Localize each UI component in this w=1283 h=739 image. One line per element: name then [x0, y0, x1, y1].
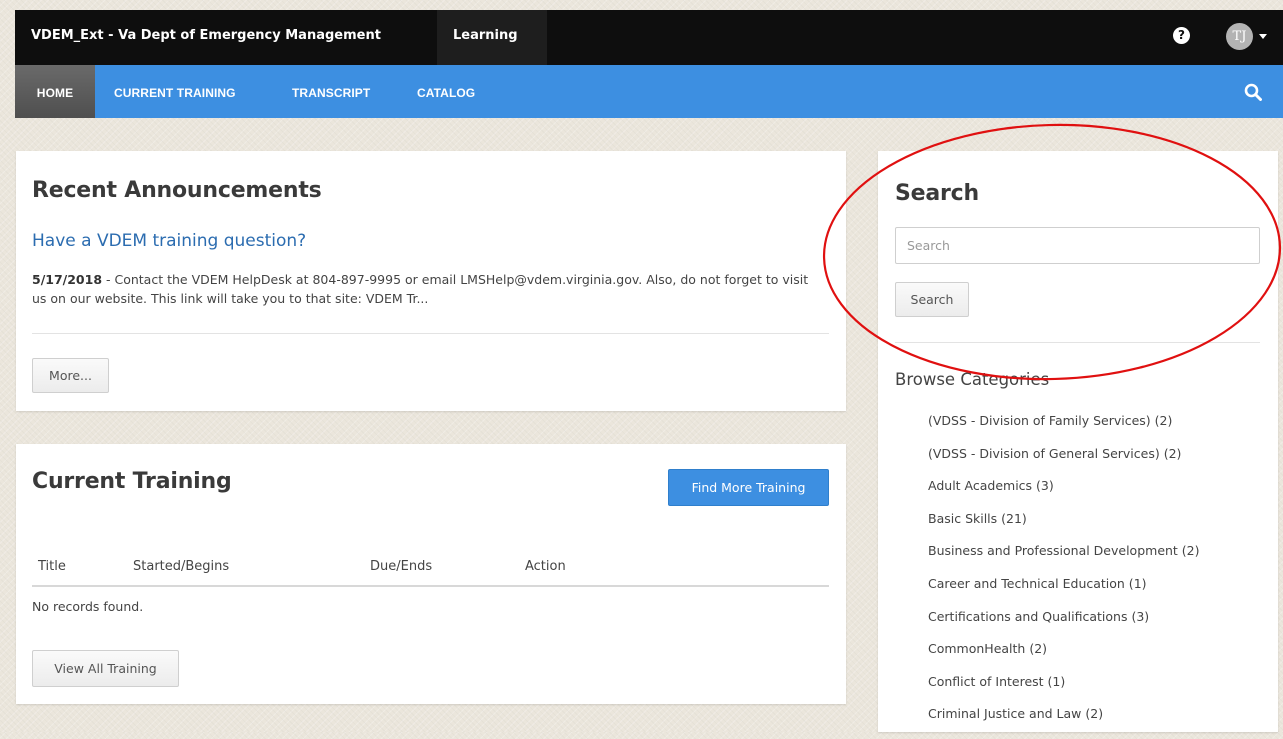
- search-button[interactable]: Search: [895, 282, 969, 317]
- chevron-down-icon[interactable]: [1259, 34, 1267, 39]
- list-item[interactable]: Basic Skills (21): [928, 511, 1200, 544]
- list-item[interactable]: Adult Academics (3): [928, 478, 1200, 511]
- more-button[interactable]: More...: [32, 358, 109, 393]
- view-all-training-button[interactable]: View All Training: [32, 650, 179, 687]
- find-more-training-button[interactable]: Find More Training: [668, 469, 829, 506]
- brand-name[interactable]: VDEM_Ext - Va Dept of Emergency Manageme…: [31, 10, 381, 62]
- list-item[interactable]: (VDSS - Division of Family Services) (2): [928, 413, 1200, 446]
- announcement-text: - Contact the VDEM HelpDesk at 804-897-9…: [32, 272, 809, 306]
- divider: [895, 342, 1260, 343]
- main-nav: HOME CURRENT TRAINING TRANSCRIPT CATALOG: [15, 65, 1283, 118]
- divider: [32, 333, 829, 334]
- column-header-title[interactable]: Title: [38, 559, 66, 574]
- announcements-card: Recent Announcements Have a VDEM trainin…: [16, 151, 846, 411]
- list-item[interactable]: CommonHealth (2): [928, 641, 1200, 674]
- current-training-card: Current Training Find More Training Titl…: [16, 444, 846, 704]
- nav-catalog[interactable]: CATALOG: [417, 65, 475, 118]
- column-header-started[interactable]: Started/Begins: [133, 559, 229, 574]
- search-input[interactable]: [895, 227, 1260, 264]
- column-header-due[interactable]: Due/Ends: [370, 559, 432, 574]
- table-header-rule: [32, 585, 829, 587]
- list-item[interactable]: Criminal Justice and Law (2): [928, 706, 1200, 739]
- announcement-date: 5/17/2018: [32, 272, 103, 287]
- module-tab-learning[interactable]: Learning: [437, 10, 547, 65]
- list-item[interactable]: (VDSS - Division of General Services) (2…: [928, 446, 1200, 479]
- nav-current-training[interactable]: CURRENT TRAINING: [114, 65, 236, 118]
- search-sidebar: Search Search Browse Categories (VDSS - …: [878, 151, 1278, 732]
- current-training-title: Current Training: [32, 469, 232, 494]
- nav-home[interactable]: HOME: [15, 65, 95, 118]
- column-header-action: Action: [525, 559, 566, 574]
- announcement-body: 5/17/2018 - Contact the VDEM HelpDesk at…: [32, 270, 812, 308]
- list-item[interactable]: Career and Technical Education (1): [928, 576, 1200, 609]
- list-item[interactable]: Business and Professional Development (2…: [928, 543, 1200, 576]
- empty-state-text: No records found.: [32, 599, 144, 614]
- search-title: Search: [895, 181, 979, 206]
- browse-categories-title: Browse Categories: [895, 370, 1050, 389]
- announcements-title: Recent Announcements: [32, 178, 322, 203]
- category-list: (VDSS - Division of Family Services) (2)…: [928, 413, 1200, 739]
- search-icon[interactable]: [1244, 83, 1262, 101]
- avatar[interactable]: TJ: [1226, 23, 1253, 50]
- nav-transcript[interactable]: TRANSCRIPT: [292, 65, 370, 118]
- list-item[interactable]: Conflict of Interest (1): [928, 674, 1200, 707]
- top-bar: VDEM_Ext - Va Dept of Emergency Manageme…: [15, 10, 1283, 65]
- announcement-headline-link[interactable]: Have a VDEM training question?: [32, 231, 306, 251]
- help-icon[interactable]: ?: [1173, 27, 1190, 44]
- list-item[interactable]: Certifications and Qualifications (3): [928, 609, 1200, 642]
